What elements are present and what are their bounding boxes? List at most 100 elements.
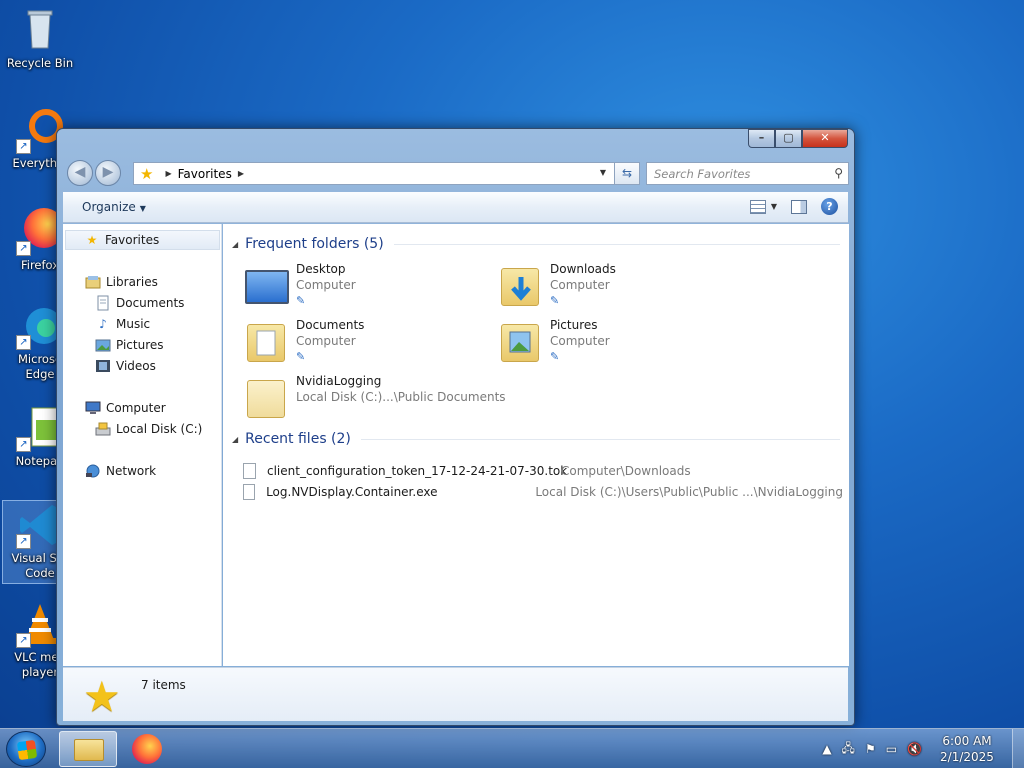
- nav-item-music[interactable]: ♪ Music: [95, 314, 150, 334]
- pin-icon: ✎: [550, 350, 560, 363]
- address-bar[interactable]: ★ ▶ Favorites ▶ ▼: [133, 162, 639, 185]
- nav-item-local-disk[interactable]: Local Disk (C:): [95, 419, 202, 439]
- downloads-folder-icon: [497, 264, 545, 308]
- folder-tile-desktop[interactable]: Desktop Computer ✎: [243, 262, 493, 314]
- collapse-triangle-icon[interactable]: ◢: [232, 240, 238, 249]
- start-button[interactable]: [6, 731, 46, 767]
- shortcut-arrow-icon: ↗: [16, 534, 31, 549]
- organize-label: Organize: [82, 200, 136, 214]
- folder-tile-nvidialogging[interactable]: NvidiaLogging Local Disk (C:)...\Public …: [243, 374, 506, 426]
- nav-label: Libraries: [106, 275, 158, 289]
- close-button[interactable]: ✕: [802, 129, 848, 148]
- desktop-icon-label: Recycle Bin: [6, 56, 74, 70]
- minimize-button[interactable]: –: [748, 129, 775, 148]
- nav-label: Network: [106, 464, 157, 478]
- tile-location: Local Disk (C:)...\Public Documents: [296, 390, 506, 404]
- maximize-button[interactable]: ▢: [775, 129, 802, 148]
- group-title: Recent files (2): [245, 431, 351, 447]
- shortcut-arrow-icon: ↗: [16, 633, 31, 648]
- group-title: Frequent folders (5): [245, 236, 384, 252]
- taskbar-firefox-button[interactable]: [130, 732, 164, 766]
- nav-item-pictures[interactable]: Pictures: [95, 335, 164, 355]
- desktop-icon-recycle-bin[interactable]: Recycle Bin: [2, 6, 78, 71]
- windows-logo-icon: [16, 739, 38, 761]
- nav-item-libraries[interactable]: Libraries: [85, 272, 158, 292]
- explorer-folder-icon: [74, 739, 104, 761]
- clock-time: 6:00 AM: [942, 734, 992, 748]
- tile-location: Computer: [550, 334, 610, 348]
- refresh-button[interactable]: ⇆: [614, 162, 640, 185]
- tile-name: Downloads: [550, 262, 616, 276]
- display-icon[interactable]: ▭: [886, 742, 897, 756]
- explorer-window: – ▢ ✕ ◀ ▶ ★ ▶ Favorites ▶ ▼ ⇆ Search Fav…: [56, 128, 855, 726]
- pictures-folder-icon: [497, 320, 545, 364]
- tile-location: Computer: [550, 278, 610, 292]
- navigation-bar: ◀ ▶ ★ ▶ Favorites ▶ ▼ ⇆ Search Favorites…: [63, 158, 849, 188]
- help-icon[interactable]: ?: [821, 198, 838, 215]
- shortcut-arrow-icon: ↗: [16, 335, 31, 350]
- organize-button[interactable]: Organize ▼: [82, 200, 146, 214]
- hard-drive-icon: [95, 421, 111, 437]
- recent-files-header[interactable]: ◢ Recent files (2): [232, 431, 840, 447]
- volume-muted-icon[interactable]: 🔇: [907, 742, 922, 756]
- taskbar-explorer-button[interactable]: [59, 731, 117, 767]
- folder-tile-downloads[interactable]: Downloads Computer ✎: [497, 262, 747, 314]
- chevron-down-icon: ▼: [139, 204, 146, 213]
- documents-folder-icon: [243, 320, 291, 364]
- tile-name: Pictures: [550, 318, 598, 332]
- nav-label: Favorites: [105, 233, 160, 247]
- collapse-triangle-icon[interactable]: ◢: [232, 435, 238, 444]
- window-controls: – ▢ ✕: [748, 129, 848, 148]
- address-dropdown-icon[interactable]: ▼: [600, 168, 606, 177]
- preview-pane-icon[interactable]: [791, 199, 807, 214]
- show-hidden-icons-icon[interactable]: ▲: [822, 742, 831, 756]
- recent-file-row[interactable]: client_configuration_token_17-12-24-21-0…: [243, 461, 843, 481]
- nav-label: Music: [116, 317, 151, 331]
- details-pane: ★ 7 items: [63, 667, 848, 721]
- nav-item-documents[interactable]: Documents: [95, 293, 184, 313]
- clock[interactable]: 6:00 AM 2/1/2025: [932, 733, 1002, 765]
- command-bar: Organize ▼ ▼ ?: [63, 192, 848, 223]
- nav-item-videos[interactable]: Videos: [95, 356, 156, 376]
- computer-icon: [85, 400, 101, 416]
- firefox-icon: [132, 734, 162, 764]
- nav-label: Computer: [106, 401, 166, 415]
- documents-icon: [95, 295, 111, 311]
- breadcrumb-arrow-icon[interactable]: ▶: [165, 169, 171, 178]
- frequent-folders-header[interactable]: ◢ Frequent folders (5): [232, 236, 840, 252]
- recent-file-row[interactable]: Log.NVDisplay.Container.exe Local Disk (…: [243, 482, 843, 502]
- recycle-bin-icon: [16, 6, 64, 54]
- star-icon: ★: [86, 233, 98, 247]
- show-desktop-button[interactable]: [1012, 729, 1024, 768]
- nav-label: Documents: [116, 296, 185, 310]
- nav-label: Local Disk (C:): [116, 422, 203, 436]
- action-center-flag-icon[interactable]: ⚑: [865, 742, 876, 756]
- search-placeholder: Search Favorites: [654, 167, 751, 181]
- favorites-star-icon: ★: [140, 164, 154, 183]
- change-view-icon[interactable]: [749, 199, 766, 214]
- file-name: Log.NVDisplay.Container.exe: [266, 485, 438, 499]
- folder-tile-pictures[interactable]: Pictures Computer ✎: [497, 318, 747, 370]
- pin-icon: ✎: [550, 294, 560, 307]
- forward-arrow-icon: ▶: [102, 164, 114, 180]
- item-count: 7 items: [141, 678, 186, 692]
- folder-icon: [243, 376, 291, 420]
- nav-item-network[interactable]: Network: [85, 461, 156, 481]
- nav-item-favorites[interactable]: ★ Favorites: [65, 230, 220, 250]
- tile-location: Computer: [296, 334, 356, 348]
- back-button[interactable]: ◀: [67, 160, 93, 186]
- breadcrumb-arrow-icon[interactable]: ▶: [238, 169, 244, 178]
- file-icon: [243, 484, 256, 500]
- system-tray: ▲ 🖧 ⚑ ▭ 🔇 6:00 AM 2/1/2025: [822, 729, 1024, 768]
- network-status-icon[interactable]: 🖧: [842, 739, 855, 760]
- breadcrumb-favorites[interactable]: Favorites: [178, 167, 232, 181]
- clock-date: 2/1/2025: [940, 750, 994, 764]
- nav-label: Videos: [116, 359, 156, 373]
- nav-item-computer[interactable]: Computer: [85, 398, 166, 418]
- pin-icon: ✎: [296, 294, 306, 307]
- tile-name: Desktop: [296, 262, 346, 276]
- folder-tile-documents[interactable]: Documents Computer ✎: [243, 318, 493, 370]
- search-input[interactable]: Search Favorites ⚲: [646, 162, 849, 185]
- forward-button[interactable]: ▶: [95, 160, 121, 186]
- view-dropdown-icon[interactable]: ▼: [771, 202, 777, 211]
